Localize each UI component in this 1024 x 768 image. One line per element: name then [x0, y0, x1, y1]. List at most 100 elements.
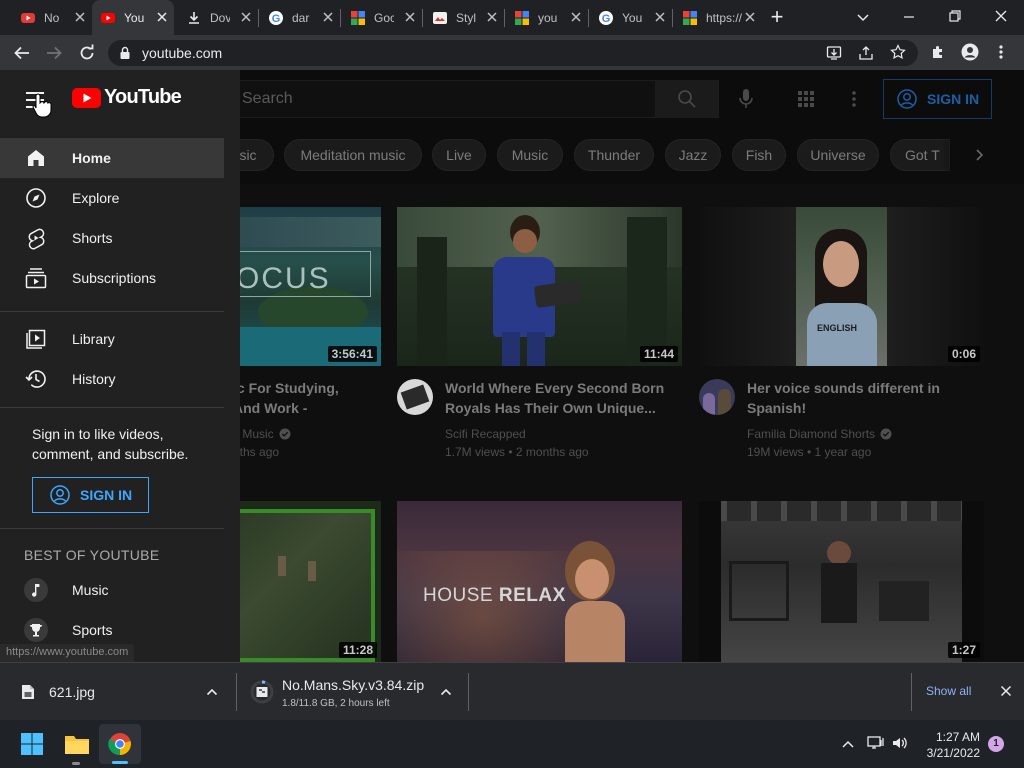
chip[interactable]: Live: [432, 139, 486, 171]
chevron-right-icon[interactable]: [972, 148, 986, 162]
sidebar-item-music[interactable]: Music: [0, 570, 224, 610]
sidebar-item-home[interactable]: Home: [0, 138, 224, 178]
tab-4[interactable]: G dar: [260, 0, 340, 35]
channel-avatar[interactable]: [397, 379, 433, 415]
close-window-icon[interactable]: [994, 9, 1008, 23]
tab-8[interactable]: G You: [590, 0, 672, 35]
close-tab-icon[interactable]: [404, 11, 416, 23]
sidebar-item-label: Home: [72, 150, 111, 166]
close-tab-icon[interactable]: [156, 11, 168, 23]
show-all-link[interactable]: Show all: [926, 684, 971, 698]
url-text[interactable]: youtube.com: [142, 45, 222, 61]
chrome-icon: [108, 733, 131, 756]
video-stats: 1.7M views • 2 months ago: [445, 445, 589, 459]
settings-more-icon[interactable]: [851, 90, 857, 108]
share-icon[interactable]: [858, 45, 874, 61]
apps-grid-icon[interactable]: [797, 90, 815, 108]
video-title[interactable]: World Where Every Second Born Royals Has…: [445, 378, 675, 418]
search-button[interactable]: [655, 80, 719, 118]
tab-2-title: You: [124, 10, 144, 25]
minimize-icon[interactable]: [902, 10, 916, 24]
close-tab-icon[interactable]: [74, 11, 86, 23]
new-tab-button[interactable]: +: [767, 5, 787, 29]
video-title[interactable]: Her voice sounds different in Spanish!: [747, 378, 977, 418]
sidebar-sign-in-button[interactable]: SIGN IN: [32, 477, 149, 513]
notification-badge[interactable]: 1: [988, 736, 1004, 752]
close-tab-icon[interactable]: [744, 11, 756, 23]
video-thumbnail[interactable]: ENGLISH 0:06: [699, 207, 984, 366]
chip[interactable]: Music: [497, 139, 563, 171]
tab-search-chevron-icon[interactable]: [856, 10, 870, 24]
bookmark-star-icon[interactable]: [890, 44, 906, 60]
close-tab-icon[interactable]: [654, 11, 666, 23]
chevron-up-icon[interactable]: [440, 687, 452, 697]
forward-arrow-icon[interactable]: [45, 44, 63, 62]
youtube-logo[interactable]: YouTube: [72, 86, 182, 109]
tab-3[interactable]: Dov: [178, 0, 258, 35]
google-workspace-favicon-icon: [351, 10, 365, 25]
video-thumbnail[interactable]: 11:28: [228, 501, 381, 662]
browser-menu-icon[interactable]: [998, 44, 1004, 60]
close-tab-icon[interactable]: [240, 11, 252, 23]
sidebar-item-subscriptions[interactable]: Subscriptions: [0, 258, 224, 298]
restore-window-icon[interactable]: [948, 9, 962, 23]
chip[interactable]: Universe: [797, 139, 879, 171]
download-item[interactable]: No.Mans.Sky.v3.84.zip 1.8/11.8 GB, 2 hou…: [237, 663, 468, 720]
video-thumbnail[interactable]: OCUS 3:56:41: [228, 207, 381, 366]
taskbar-active-indicator: [112, 761, 128, 764]
shorts-icon: [28, 228, 45, 250]
address-bar[interactable]: [108, 40, 918, 66]
reload-icon[interactable]: [78, 44, 96, 62]
install-app-icon[interactable]: [826, 45, 842, 61]
profile-avatar-icon[interactable]: [961, 43, 979, 61]
chip[interactable]: Jazz: [665, 139, 721, 171]
sidebar-divider: [0, 528, 224, 529]
chevron-up-icon[interactable]: [206, 687, 218, 697]
tab-9[interactable]: https://: [674, 0, 762, 35]
system-clock[interactable]: 1:27 AM 3/21/2022: [920, 729, 980, 761]
close-tab-icon[interactable]: [486, 11, 498, 23]
google-workspace-favicon-icon: [683, 10, 697, 25]
history-icon: [25, 370, 46, 388]
windows-start-icon[interactable]: [21, 733, 43, 755]
channel-avatar[interactable]: [699, 379, 735, 415]
best-of-youtube-heading: BEST OF YOUTUBE: [24, 547, 160, 563]
video-thumbnail[interactable]: HOUSE RELAX: [397, 501, 682, 662]
file-explorer-icon[interactable]: [64, 732, 90, 756]
show-hidden-icons-chevron-icon[interactable]: [841, 738, 855, 750]
channel-name[interactable]: Familia Diamond Shorts: [747, 425, 875, 443]
tab-2-active[interactable]: You: [92, 0, 174, 35]
video-thumbnail[interactable]: 1:27: [699, 501, 984, 662]
sign-in-button[interactable]: SIGN IN: [883, 79, 992, 119]
sidebar-item-history[interactable]: History: [0, 359, 224, 399]
download-shelf: 621.jpg No.Mans.Sky.v3.84.zip 1.8/11.8 G…: [0, 662, 1024, 720]
network-icon[interactable]: [867, 735, 885, 751]
download-icon: [189, 11, 199, 24]
microphone-icon[interactable]: [737, 88, 755, 110]
tab-1-title: No: [44, 10, 60, 25]
tab-1[interactable]: No: [12, 0, 92, 35]
chip[interactable]: Fish: [732, 139, 786, 171]
close-shelf-icon[interactable]: [1000, 685, 1012, 697]
lock-icon[interactable]: [119, 46, 131, 60]
close-tab-icon[interactable]: [570, 11, 582, 23]
tab-6[interactable]: Styl: [424, 0, 504, 35]
chip[interactable]: Meditation music: [284, 139, 422, 171]
tab-7[interactable]: you: [506, 0, 588, 35]
sidebar-divider: [0, 407, 224, 408]
chrome-taskbar-button[interactable]: [99, 724, 141, 764]
back-arrow-icon[interactable]: [13, 44, 31, 62]
sidebar-item-shorts[interactable]: Shorts: [0, 218, 224, 258]
sidebar-item-library[interactable]: Library: [0, 319, 224, 359]
tab-separator: [422, 9, 423, 27]
extensions-puzzle-icon[interactable]: [930, 44, 946, 60]
tab-5[interactable]: Goc: [342, 0, 422, 35]
volume-icon[interactable]: [891, 735, 909, 751]
video-title[interactable]: ic For Studying, And Work -: [233, 378, 383, 418]
video-thumbnail[interactable]: 11:44: [397, 207, 682, 366]
channel-name[interactable]: Scifi Recapped: [445, 425, 589, 443]
sidebar-item-explore[interactable]: Explore: [0, 178, 224, 218]
close-tab-icon[interactable]: [322, 11, 334, 23]
download-item[interactable]: 621.jpg: [0, 663, 236, 720]
chip[interactable]: Thunder: [574, 139, 654, 171]
